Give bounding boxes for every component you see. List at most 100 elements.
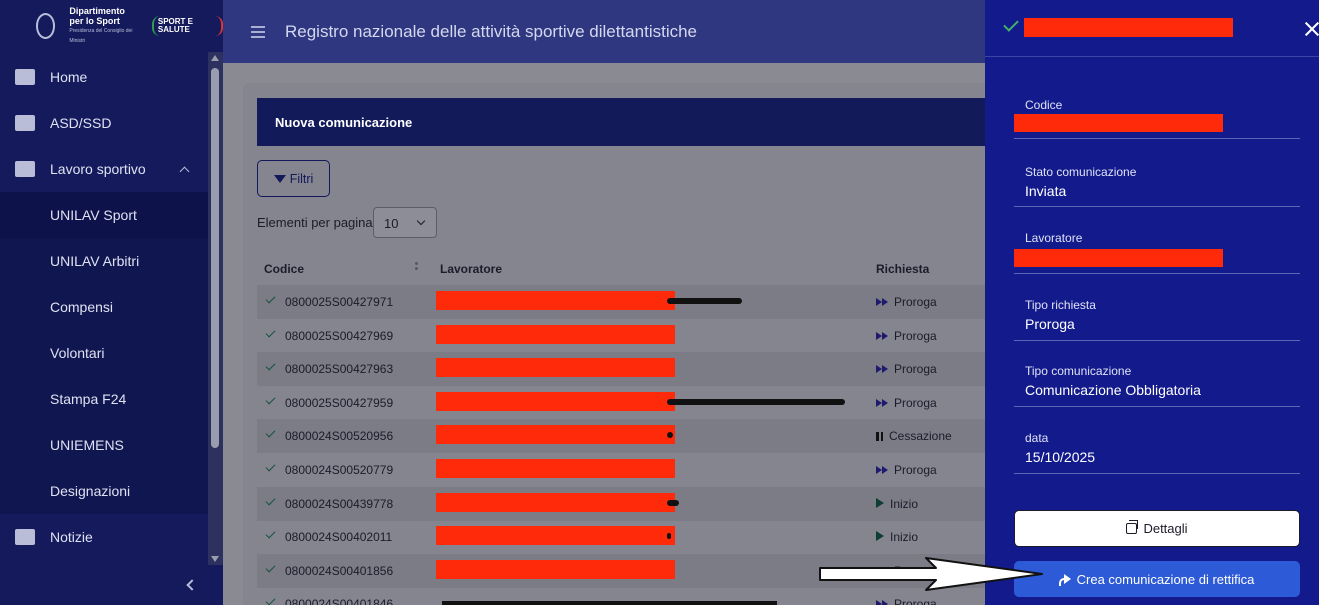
sidebar-item-unilav-arbitri[interactable]: UNILAV Arbitri [0, 238, 208, 284]
card-title: Nuova comunicazione [257, 98, 997, 146]
emblem-icon [36, 13, 56, 39]
check-icon [1003, 16, 1019, 32]
table-row[interactable]: 0800025S00427959 Proroga [257, 386, 997, 420]
redacted-worker [436, 358, 675, 378]
field-codice: Codice [1014, 88, 1300, 139]
menu-icon[interactable] [251, 23, 265, 41]
sidebar-item-stampa-f24[interactable]: Stampa F24 [0, 376, 208, 422]
details-button-label: Dettagli [1143, 521, 1188, 536]
logo[interactable]: Dipartimento per lo Sport Presidenza del… [0, 0, 223, 52]
row-request: Proroga [876, 597, 937, 605]
redacted-worker [436, 324, 675, 344]
fast-forward-icon [876, 466, 888, 474]
scrollbar-thumb[interactable] [211, 68, 219, 448]
row-code: 0800025S00427971 [285, 295, 394, 309]
scroll-up-icon[interactable] [211, 55, 219, 61]
column-header-codice[interactable]: Codice [264, 262, 304, 276]
sidebar-item-volontari[interactable]: Volontari [0, 330, 208, 376]
sidebar-item-notizie[interactable]: Notizie [0, 514, 208, 560]
radio-icon [0, 529, 50, 545]
row-code: 0800025S00427959 [285, 395, 394, 410]
table-row[interactable]: 0800024S00520956 Cessazione [257, 419, 997, 454]
create-rectification-label: Crea comunicazione di rettifica [1076, 571, 1255, 587]
row-request: Proroga [876, 463, 937, 477]
field-tipo-richiesta: Tipo richiesta Proroga [1014, 289, 1300, 341]
row-request-label: Inizio [890, 496, 919, 511]
details-button[interactable]: Dettagli [1014, 510, 1300, 547]
row-request: Proroga [876, 295, 937, 309]
fast-forward-icon [876, 298, 888, 306]
sidebar-item-compensi[interactable]: Compensi [0, 284, 208, 330]
table-row[interactable]: 0800024S00520779 Proroga [257, 453, 997, 487]
redacted-worker [436, 559, 675, 579]
sidebar-item-label: UNILAV Arbitri [50, 253, 140, 269]
sidebar-item-home[interactable]: Home [0, 54, 208, 100]
scroll-down-icon[interactable] [211, 556, 219, 562]
copy-icon [1126, 520, 1139, 534]
check-icon [265, 427, 276, 438]
main-content: Nuova comunicazione Filtri Elementi per … [223, 63, 1003, 605]
row-code: 0800024S00520956 [285, 429, 394, 444]
column-header-lavoratore[interactable]: Lavoratore [440, 262, 502, 276]
sidebar-item-label: Home [50, 69, 88, 85]
sidebar-item-designazioni[interactable]: Designazioni [0, 468, 208, 514]
table-row[interactable]: 0800025S00427963 Proroga [257, 352, 997, 387]
sidebar-item-label: Lavoro sportivo [50, 161, 146, 177]
row-request: Proroga [876, 396, 937, 410]
sidebar-item-label: UNIEMENS [50, 437, 124, 453]
table-row[interactable]: 0800024S00402011 Inizio [257, 520, 997, 554]
redaction-scribble [667, 533, 671, 540]
row-request-label: Proroga [894, 597, 937, 605]
check-icon [265, 293, 276, 304]
fast-forward-icon [876, 331, 888, 340]
sidebar-scrollbar[interactable] [208, 52, 223, 565]
chevron-left-icon[interactable] [186, 579, 198, 591]
redaction-scribble [667, 298, 742, 304]
row-request: Proroga [876, 329, 937, 343]
redacted-worker [436, 492, 675, 512]
row-request-label: Proroga [894, 395, 937, 410]
redacted-title [1024, 18, 1233, 37]
sort-icon[interactable] [415, 260, 421, 274]
play-icon [876, 497, 884, 511]
building-icon [0, 115, 50, 131]
briefcase-icon [0, 161, 50, 177]
pause-icon [876, 431, 883, 441]
sidebar-item-label: Designazioni [50, 483, 131, 499]
sidebar-item-asd-ssd[interactable]: ASD/SSD [0, 100, 208, 146]
redacted-worker [436, 391, 675, 411]
annotation-arrow-icon [819, 557, 1043, 591]
row-request: Inizio [876, 497, 918, 511]
fast-forward-icon [876, 600, 888, 605]
field-label: data [1025, 431, 1049, 445]
sidebar-item-uniemens[interactable]: UNIEMENS [0, 422, 208, 468]
table-row[interactable]: 0800025S00427969 Proroga [257, 319, 997, 353]
row-code: 0800024S00439778 [285, 496, 394, 511]
check-icon [265, 394, 276, 405]
check-icon [265, 461, 276, 472]
fast-forward-icon [876, 398, 888, 407]
field-label: Codice [1025, 98, 1063, 112]
redacted-worker [436, 526, 675, 546]
sidebar-item-unilav-sport[interactable]: UNILAV Sport [0, 192, 208, 238]
row-request-label: Proroga [894, 362, 937, 377]
redacted-worker [442, 601, 777, 605]
redaction-scribble [667, 499, 679, 506]
logo-text: Dipartimento per lo Sport Presidenza del… [69, 6, 138, 46]
check-icon [265, 495, 276, 506]
row-request-label: Inizio [890, 530, 919, 545]
redacted-value [1014, 249, 1223, 267]
row-code: 0800025S00427969 [285, 328, 394, 343]
close-icon[interactable] [1305, 22, 1319, 36]
table-row[interactable]: 0800024S00439778 Inizio [257, 486, 997, 521]
filter-button[interactable]: Filtri [257, 160, 330, 197]
row-request-label: Proroga [894, 295, 937, 309]
row-code: 0800024S00401856 [285, 563, 394, 578]
table-row[interactable]: 0800025S00427971 Proroga [257, 285, 997, 319]
per-page-select[interactable]: 10 [373, 207, 437, 238]
create-rectification-button[interactable]: Crea comunicazione di rettifica [1014, 561, 1300, 597]
column-header-richiesta[interactable]: Richiesta [876, 262, 929, 276]
logo-subline: Presidenza del Consiglio dei Ministri [69, 28, 133, 44]
sidebar-item-lavoro-sportivo[interactable]: Lavoro sportivo [0, 146, 208, 192]
sidebar-item-label: Notizie [50, 529, 93, 545]
